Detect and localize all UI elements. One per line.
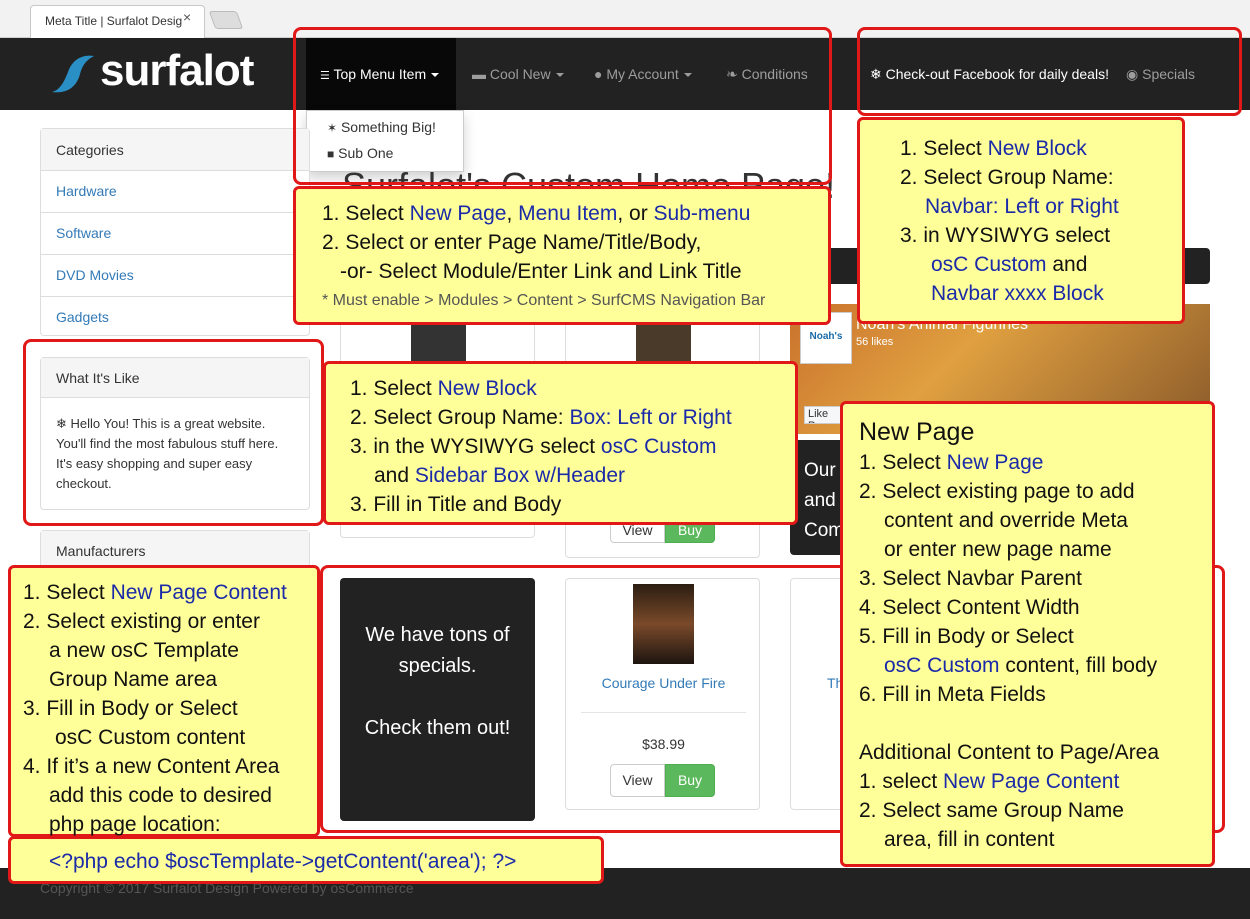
callout-highlight: osC Custom bbox=[931, 253, 1047, 276]
callout-highlight: Navbar: Left or Right bbox=[925, 195, 1119, 218]
callout-text: 1. select bbox=[859, 770, 944, 793]
callout-text: 3. Select Navbar Parent bbox=[859, 567, 1082, 590]
callout-text: content and override Meta bbox=[884, 509, 1128, 532]
callout-note: * Must enable > Modules > Content > Surf… bbox=[322, 292, 766, 309]
callout-text: 2. Select Group Name: bbox=[350, 406, 570, 429]
callout-text: , bbox=[506, 202, 519, 225]
facebook-likes: 56 likes bbox=[856, 336, 894, 348]
callout-sidebar-block: 1. Select New Block 2. Select Group Name… bbox=[323, 361, 798, 525]
callout-text: Group Name area bbox=[49, 668, 218, 691]
callout-text: 2. Select existing page to add bbox=[859, 480, 1135, 503]
callout-navbar-block: 1. Select New Block 2. Select Group Name… bbox=[857, 117, 1185, 324]
close-icon[interactable]: × bbox=[183, 9, 191, 25]
code-snippet: <?php echo $oscTemplate->getContent('are… bbox=[49, 850, 517, 873]
categories-panel: Categories Hardware Software DVD Movies … bbox=[40, 128, 310, 336]
callout-highlight: New Page Content bbox=[943, 770, 1120, 793]
callout-highlight: Navbar xxxx Block bbox=[931, 282, 1104, 305]
callout-text: a new osC Template bbox=[49, 639, 239, 662]
callout-text: 1. Select bbox=[322, 202, 410, 225]
callout-text: 3. Fill in Title and Body bbox=[350, 493, 562, 516]
category-hardware[interactable]: Hardware bbox=[56, 183, 117, 199]
callout-highlight: osC Custom bbox=[884, 654, 1000, 677]
divider bbox=[41, 212, 309, 213]
callout-highlight: Box: Left or Right bbox=[569, 406, 732, 429]
category-dvd-movies[interactable]: DVD Movies bbox=[56, 267, 134, 283]
callout-text: osC Custom content bbox=[55, 726, 246, 749]
callout-text: Additional Content to Page/Area bbox=[859, 741, 1160, 764]
annotation-outline-sidebar-box bbox=[23, 339, 324, 526]
callout-text: content, fill body bbox=[999, 654, 1158, 677]
categories-heading: Categories bbox=[41, 129, 309, 171]
callout-text: 2. Select or enter Page Name/Title/Body, bbox=[322, 231, 702, 254]
facebook-like-label: Like Page bbox=[808, 408, 834, 423]
callout-text: and bbox=[374, 464, 415, 487]
callout-highlight: osC Custom bbox=[600, 435, 717, 458]
logo[interactable]: surfalot bbox=[100, 46, 254, 96]
callout-text: 3. Fill in Body or Select bbox=[23, 697, 238, 720]
browser-tab[interactable]: Meta Title | Surfalot Desig bbox=[30, 5, 205, 38]
callout-text: 1. Select bbox=[900, 137, 988, 160]
callout-text: 2. Select Group Name: bbox=[900, 166, 1114, 189]
callout-text: 1. Select bbox=[23, 581, 111, 604]
callout-text: and bbox=[1046, 253, 1088, 276]
callout-text: 2. Select existing or enter bbox=[23, 610, 260, 633]
divider bbox=[41, 254, 309, 255]
callout-new-page: New Page 1. Select New Page 2. Select ex… bbox=[840, 401, 1215, 867]
callout-title: New Page bbox=[859, 418, 975, 446]
annotation-outline-navbar-right bbox=[857, 27, 1242, 116]
callout-menu-instructions: 1. Select New Page, Menu Item, or Sub-me… bbox=[293, 186, 831, 325]
callout-highlight: New Block bbox=[987, 137, 1087, 160]
callout-text: 4. Select Content Width bbox=[859, 596, 1080, 619]
callout-text: 2. Select same Group Name bbox=[859, 799, 1124, 822]
callout-text: 3. in WYSIWYG select bbox=[900, 224, 1111, 247]
callout-page-content: 1. Select New Page Content 2. Select exi… bbox=[8, 565, 320, 837]
callout-highlight: New Block bbox=[437, 377, 537, 400]
callout-highlight: Sub-menu bbox=[653, 202, 751, 225]
callout-highlight: New Page bbox=[409, 202, 507, 225]
callout-text: 5. Fill in Body or Select bbox=[859, 625, 1074, 648]
callout-text: 4. If it’s a new Content Area bbox=[23, 755, 280, 778]
callout-text: add this code to desired bbox=[49, 784, 272, 807]
annotation-outline-menu bbox=[293, 27, 832, 185]
callout-text: , or bbox=[617, 202, 654, 225]
callout-highlight: Menu Item bbox=[518, 202, 618, 225]
category-software[interactable]: Software bbox=[56, 225, 111, 241]
callout-text: php page location: bbox=[49, 813, 221, 836]
callout-text: 1. Select bbox=[350, 377, 438, 400]
callout-text: 3. in the WYSIWYG select bbox=[350, 435, 601, 458]
wave-logo-icon bbox=[52, 55, 94, 93]
callout-highlight: New Page bbox=[946, 451, 1044, 474]
callout-text: or enter new page name bbox=[884, 538, 1112, 561]
callout-text: area, fill in content bbox=[884, 828, 1055, 851]
callout-highlight: New Page Content bbox=[110, 581, 287, 604]
divider bbox=[41, 296, 309, 297]
callout-text: 6. Fill in Meta Fields bbox=[859, 683, 1046, 706]
callout-highlight: Sidebar Box w/Header bbox=[414, 464, 625, 487]
callout-text: 1. Select bbox=[859, 451, 947, 474]
category-gadgets[interactable]: Gadgets bbox=[56, 309, 109, 325]
callout-text: -or- Select Module/Enter Link and Link T… bbox=[340, 260, 742, 283]
callout-php-code: <?php echo $oscTemplate->getContent('are… bbox=[8, 836, 604, 884]
browser-tab-title: Meta Title | Surfalot Desig bbox=[45, 14, 183, 28]
